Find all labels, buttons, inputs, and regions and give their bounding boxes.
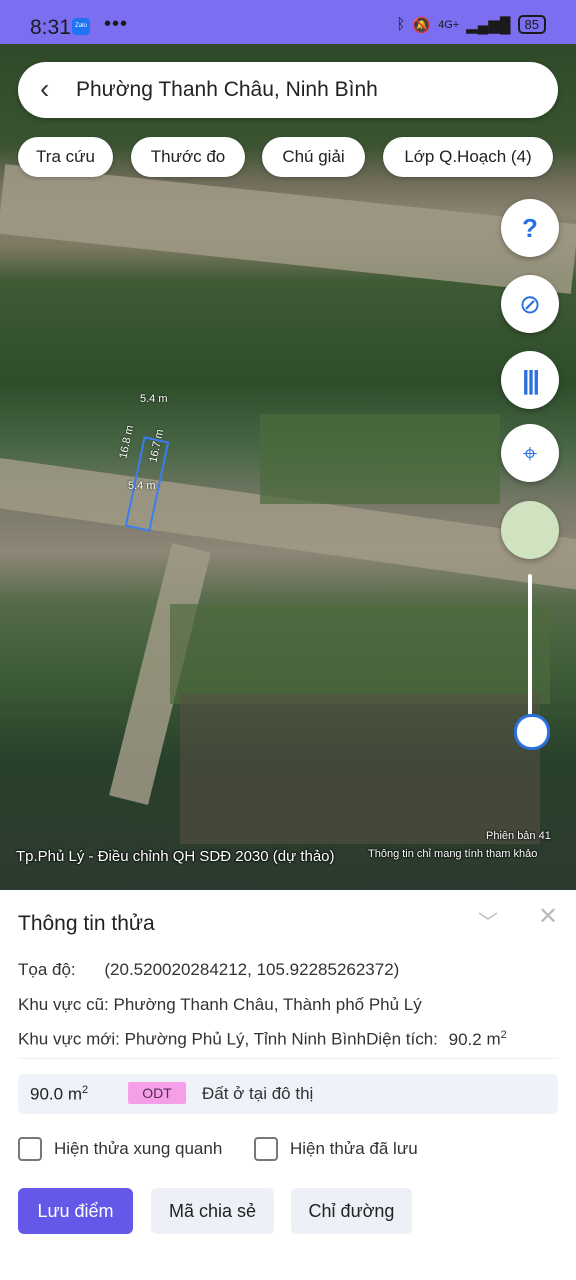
map-disclaimer: Thông tin chỉ mang tính tham khảo xyxy=(368,848,538,860)
barcode-icon[interactable]: ||| xyxy=(501,351,559,409)
save-point-button[interactable]: Lưu điểm xyxy=(18,1188,133,1234)
chevron-down-icon[interactable]: ﹀ xyxy=(478,906,498,935)
checkbox-box[interactable] xyxy=(254,1137,278,1161)
search-bar[interactable]: ‹ Phường Thanh Châu, Ninh Bình xyxy=(18,62,558,118)
mute-icon: 🔕 xyxy=(412,16,432,34)
share-code-button[interactable]: Mã chia sẻ xyxy=(151,1188,274,1234)
zalo-icon: Zalo xyxy=(72,18,90,35)
map-field xyxy=(260,414,500,504)
bluetooth-icon: ᛒ xyxy=(396,16,406,33)
checkbox-label: Hiện thửa xung quanh xyxy=(54,1139,223,1158)
map-road xyxy=(0,164,576,294)
locate-icon[interactable]: ⌖ xyxy=(501,424,559,482)
show-saved-checkbox[interactable]: Hiện thửa đã lưu xyxy=(254,1137,418,1161)
checkbox-box[interactable] xyxy=(18,1137,42,1161)
chip-measure[interactable]: Thước đo xyxy=(131,137,245,177)
coords-value: (20.520020284212, 105.92285262372) xyxy=(104,960,400,979)
dimension-left: 16.8 m xyxy=(117,424,137,460)
coordinates-row: Tọa độ: (20.520020284212, 105.9228526237… xyxy=(18,960,399,980)
more-notifications-icon: ••• xyxy=(104,13,129,35)
size-unit: m xyxy=(486,1029,501,1049)
chip-legend[interactable]: Chú giải xyxy=(262,137,365,177)
panel-title: Thông tin thửa xyxy=(18,912,155,935)
land-area: 90.0 m2 xyxy=(30,1084,89,1104)
directions-button[interactable]: Chỉ đường xyxy=(291,1188,412,1234)
new-area-row: Khu vực mới: Phường Phủ Lý, Tỉnh Ninh Bì… xyxy=(18,1029,507,1049)
back-arrow-icon[interactable]: ‹ xyxy=(40,74,49,104)
parcel-info-panel: Thông tin thửa ﹀ ✕ Tọa độ: (20.520020284… xyxy=(0,890,576,1280)
checkbox-label: Hiện thửa đã lưu xyxy=(290,1139,418,1158)
opacity-slider-thumb[interactable] xyxy=(514,714,550,750)
old-area-row: Khu vực cũ: Phường Thanh Châu, Thành phố… xyxy=(18,995,422,1014)
land-use-row: 90.0 m2 ODT Đất ở tại đô thị xyxy=(18,1074,558,1114)
compass-icon[interactable]: ⊘ xyxy=(501,275,559,333)
close-icon[interactable]: ✕ xyxy=(538,902,558,931)
coords-label: Tọa độ: xyxy=(18,960,76,979)
help-icon[interactable]: ? xyxy=(501,199,559,257)
dimension-bottom: 5.4 m xyxy=(128,480,156,492)
show-surrounding-checkbox[interactable]: Hiện thửa xung quanh xyxy=(18,1137,222,1161)
chip-planning-layers[interactable]: Lớp Q.Hoạch (4) xyxy=(383,137,553,177)
map-buildings xyxy=(180,694,540,844)
map-version: Phiên bản 41 xyxy=(486,830,551,842)
clock: 8:31 xyxy=(30,16,71,39)
dimension-top: 5.4 m xyxy=(140,393,168,405)
system-icons: ᛒ 🔕 4G+ ▂▄▆█ 85 xyxy=(396,15,546,34)
size-label: Diện tích: xyxy=(366,1029,438,1049)
location-title[interactable]: Phường Thanh Châu, Ninh Bình xyxy=(76,78,378,102)
battery-icon: 85 xyxy=(517,15,546,34)
new-area-text: Khu vực mới: Phường Phủ Lý, Tỉnh Ninh Bì… xyxy=(18,1029,367,1049)
network-label: 4G+ xyxy=(438,18,460,31)
land-use-description: Đất ở tại đô thị xyxy=(202,1084,314,1103)
land-code-badge: ODT xyxy=(128,1082,186,1104)
status-bar: 8:31 Zalo ••• ᛒ 🔕 4G+ ▂▄▆█ 85 xyxy=(0,0,576,44)
size-value: 90.2 xyxy=(448,1029,482,1049)
chip-lookup[interactable]: Tra cứu xyxy=(18,137,113,177)
signal-icon: ▂▄▆█ xyxy=(466,16,511,34)
opacity-slider-track[interactable] xyxy=(528,574,532,724)
map-field xyxy=(170,604,550,704)
layer-thumbnail-icon[interactable] xyxy=(501,501,559,559)
divider xyxy=(18,1058,558,1059)
map-layer-caption: Tp.Phủ Lý - Điều chỉnh QH SDĐ 2030 (dự t… xyxy=(16,848,335,865)
